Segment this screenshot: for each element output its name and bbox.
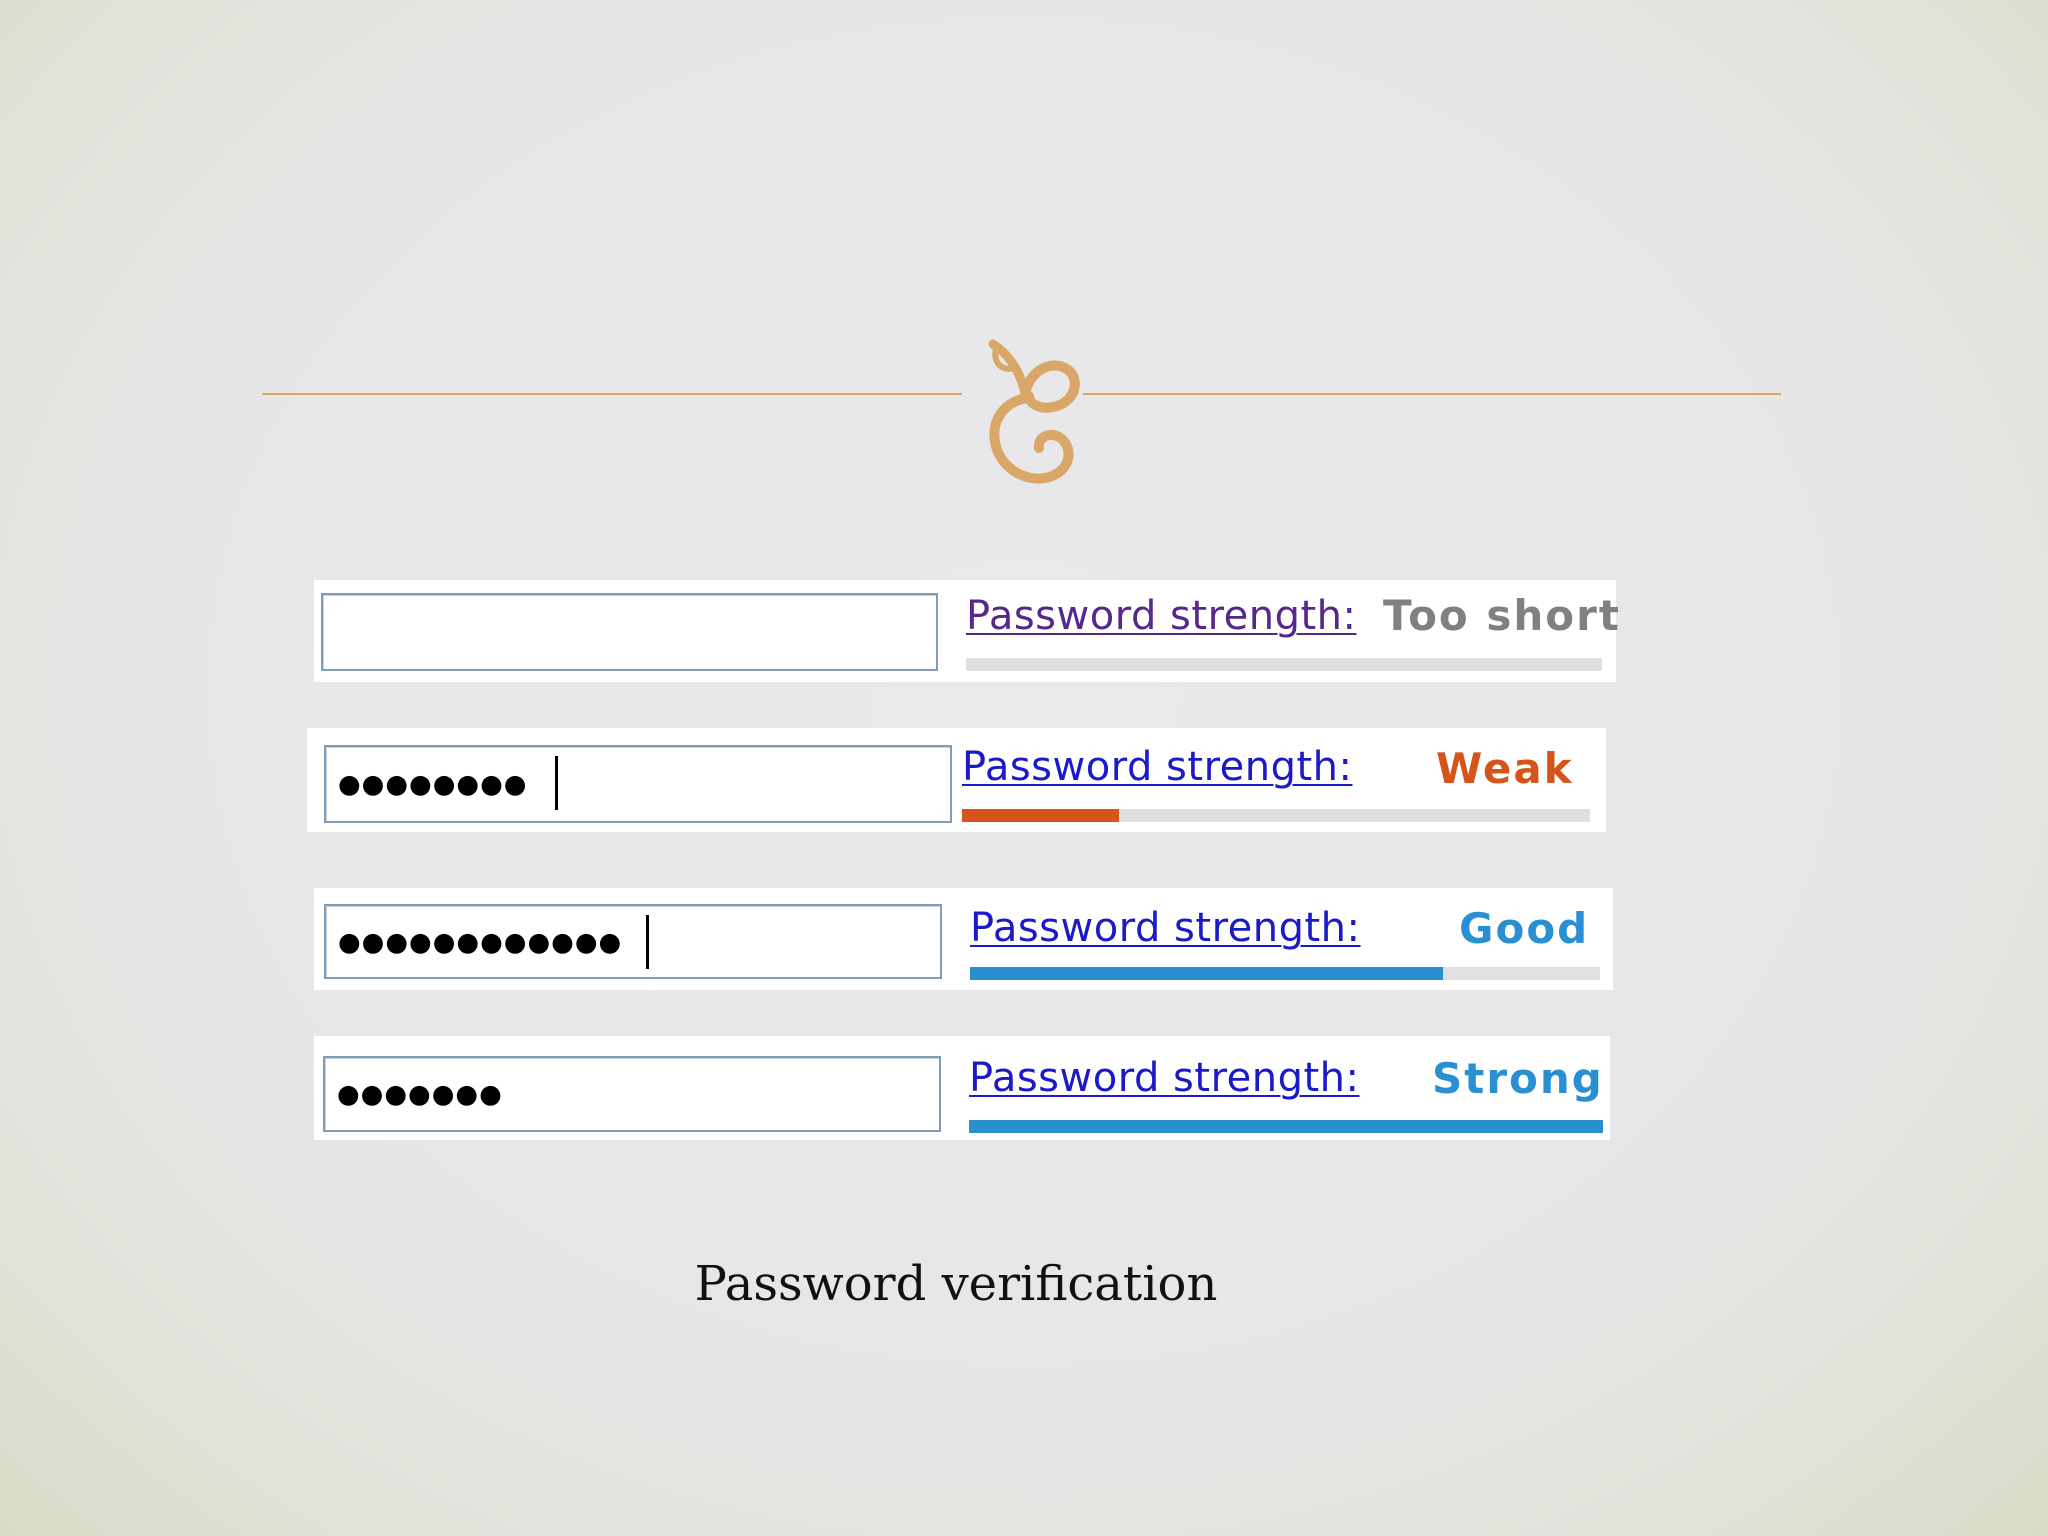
password-input[interactable]: ●●●●●●●●●●●● [324, 904, 942, 979]
leaf-flourish-icon [988, 339, 1080, 484]
text-caret [646, 915, 649, 969]
strength-meter-fill [970, 967, 1443, 980]
strength-meter [970, 967, 1600, 980]
strength-value-good: Good [1459, 904, 1590, 953]
password-input[interactable]: ●●●●●●● [323, 1056, 941, 1132]
password-row-good: ●●●●●●●●●●●● Password strength: Good [314, 888, 1613, 990]
password-masked-value: ●●●●●●●● [338, 769, 528, 800]
strength-value-weak: Weak [1436, 744, 1574, 793]
password-input[interactable]: ●●●●●●●● [324, 745, 952, 823]
strength-meter [962, 809, 1590, 822]
password-masked-value: ●●●●●●● [337, 1079, 503, 1110]
password-masked-value: ●●●●●●●●●●●● [338, 927, 623, 958]
strength-value-strong: Strong [1432, 1054, 1604, 1103]
password-row-strong: ●●●●●●● Password strength: Strong [314, 1036, 1610, 1140]
strength-meter [966, 658, 1602, 671]
password-strength-link[interactable]: Password strength: [969, 1058, 1360, 1098]
password-strength-link[interactable]: Password strength: [966, 596, 1357, 636]
password-strength-link[interactable]: Password strength: [962, 747, 1353, 787]
password-input[interactable] [321, 593, 938, 671]
password-row-too-short: Password strength: Too short [314, 580, 1619, 682]
password-strength-link[interactable]: Password strength: [970, 908, 1361, 948]
strength-meter-fill [969, 1120, 1603, 1133]
strength-value-too-short: Too short [1383, 591, 1621, 640]
password-row-weak: ●●●●●●●● Password strength: Weak [307, 728, 1606, 832]
divider-rule-left [262, 393, 962, 395]
strength-meter-fill [962, 809, 1119, 822]
divider-rule-right [1083, 393, 1781, 395]
strength-meter [969, 1120, 1603, 1133]
slide-caption: Password verification [694, 1256, 1218, 1312]
text-caret [555, 756, 558, 810]
